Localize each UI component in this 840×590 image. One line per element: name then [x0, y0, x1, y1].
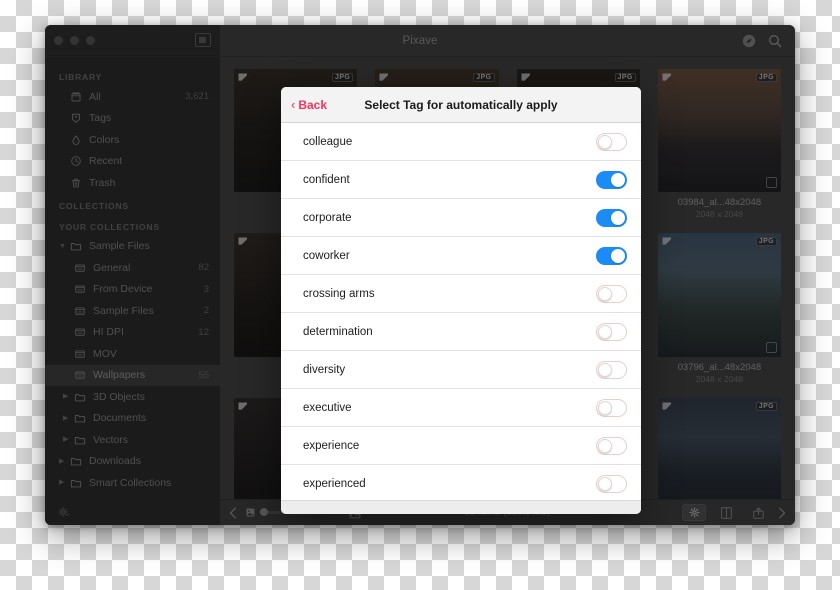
- dialog-footer: [281, 500, 641, 514]
- back-button[interactable]: ‹ Back: [281, 98, 327, 112]
- tag-row[interactable]: determination: [281, 313, 641, 351]
- tag-toggle-switch[interactable]: [596, 246, 627, 265]
- tag-toggle-switch[interactable]: [596, 322, 627, 341]
- tag-label: coworker: [303, 249, 350, 262]
- toggle-knob: [598, 324, 612, 339]
- tag-label: experience: [303, 439, 360, 452]
- tag-row[interactable]: executive: [281, 389, 641, 427]
- tag-row[interactable]: corporate: [281, 199, 641, 237]
- toggle-knob: [598, 400, 612, 415]
- tag-label: experienced: [303, 478, 366, 490]
- toggle-knob: [611, 172, 625, 187]
- toggle-knob: [598, 438, 612, 453]
- toggle-knob: [598, 286, 612, 301]
- tag-label: confident: [303, 173, 350, 186]
- tag-row[interactable]: experience: [281, 427, 641, 465]
- tag-row[interactable]: diversity: [281, 351, 641, 389]
- tag-label: determination: [303, 325, 373, 338]
- tag-toggle-switch[interactable]: [596, 284, 627, 303]
- tag-row[interactable]: confident: [281, 161, 641, 199]
- toggle-knob: [598, 362, 612, 377]
- dialog-header: ‹ Back Select Tag for automatically appl…: [281, 87, 641, 123]
- toggle-knob: [598, 134, 612, 149]
- tag-label: executive: [303, 401, 352, 414]
- app-window: Pixave LIBRARYAll3,621TagsColorsRecentTr…: [45, 25, 795, 525]
- tag-row[interactable]: colleague: [281, 123, 641, 161]
- toggle-knob: [611, 210, 625, 225]
- tag-toggle-switch[interactable]: [596, 475, 627, 493]
- tag-toggle-switch[interactable]: [596, 170, 627, 189]
- tag-label: colleague: [303, 135, 353, 148]
- tag-selection-dialog: ‹ Back Select Tag for automatically appl…: [281, 87, 641, 514]
- toggle-knob: [598, 477, 612, 491]
- tag-list[interactable]: colleague confident corporate coworker cross…: [281, 123, 641, 500]
- tag-toggle-switch[interactable]: [596, 398, 627, 417]
- tag-toggle-switch[interactable]: [596, 436, 627, 455]
- tag-label: corporate: [303, 211, 352, 224]
- tag-row[interactable]: crossing arms: [281, 275, 641, 313]
- tag-toggle-switch[interactable]: [596, 360, 627, 379]
- dialog-title: Select Tag for automatically apply: [364, 97, 558, 112]
- tag-label: diversity: [303, 363, 346, 376]
- tag-row[interactable]: coworker: [281, 237, 641, 275]
- tag-toggle-switch[interactable]: [596, 132, 627, 151]
- tag-label: crossing arms: [303, 287, 375, 300]
- toggle-knob: [611, 248, 625, 263]
- back-button-label: Back: [298, 97, 328, 112]
- tag-toggle-switch[interactable]: [596, 208, 627, 227]
- tag-row[interactable]: experienced: [281, 465, 641, 500]
- chevron-left-icon: ‹: [291, 96, 296, 112]
